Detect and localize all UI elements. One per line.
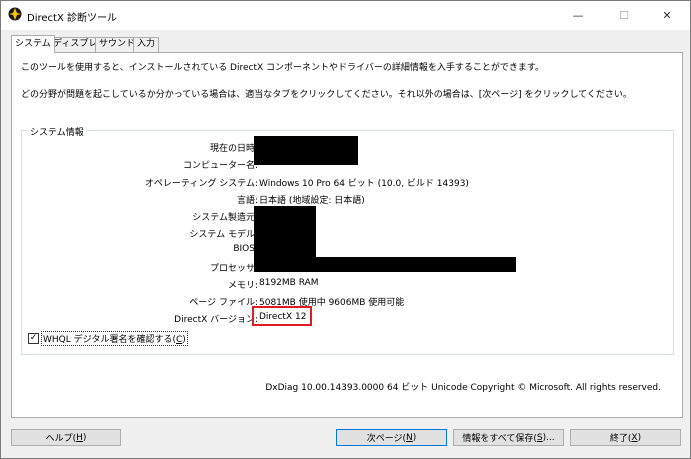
whql-label-text: WHQL デジタル署名を確認する( <box>43 335 176 345</box>
help-accel: H <box>76 432 83 443</box>
label-bios: BIOS: <box>233 244 258 254</box>
exit-label-end: ) <box>637 432 642 443</box>
save-label-end: )... <box>542 432 555 443</box>
next-label-end: ) <box>412 432 417 443</box>
next-label: 次ページ( <box>366 434 407 444</box>
window-title: DirectX 診断ツール <box>27 13 117 24</box>
label-directx-version: DirectX バージョン: <box>174 315 258 325</box>
label-system-model: システム モデル: <box>189 230 258 240</box>
help-button[interactable]: ヘルプ(H) <box>11 429 121 446</box>
value-directx-version: DirectX 12 <box>259 312 307 322</box>
system-info-group: システム情報 現在の日時: コンピューター名: オペレーティング システム: W… <box>21 125 674 355</box>
tab-input[interactable]: 入力 <box>133 37 160 52</box>
label-memory: メモリ: <box>227 281 258 291</box>
redacted-processor <box>254 257 516 272</box>
title-bar: DirectX 診断ツール — ☐ ✕ <box>1 1 690 30</box>
minimize-button[interactable]: — <box>555 1 601 30</box>
exit-label: 終了( <box>609 434 632 444</box>
redacted-computer-name <box>254 149 358 165</box>
intro-text-line1: このツールを使用すると、インストールされている DirectX コンポーネントや… <box>21 63 544 73</box>
whql-label-close: ) <box>182 335 186 345</box>
label-system-manufacturer: システム製造元: <box>192 213 258 223</box>
value-memory: 8192MB RAM <box>259 278 319 288</box>
label-language: 言語: <box>236 196 258 206</box>
help-label: ヘルプ( <box>45 434 77 444</box>
value-language: 日本語 (地域設定: 日本語) <box>259 196 365 206</box>
whql-checkbox-label[interactable]: WHQL デジタル署名を確認する(C) <box>41 331 188 346</box>
next-page-button[interactable]: 次ページ(N) <box>336 429 447 446</box>
label-page-file: ページ ファイル: <box>189 298 258 308</box>
whql-checkbox-row[interactable]: ✓ WHQL デジタル署名を確認する(C) <box>28 331 188 346</box>
tab-system[interactable]: システム <box>11 35 55 53</box>
help-label-end: ) <box>82 432 87 443</box>
dxdiag-window: DirectX 診断ツール — ☐ ✕ システム ディスプレイ サウンド 入力 … <box>0 0 691 459</box>
save-label: 情報をすべて保存( <box>462 434 537 444</box>
close-button[interactable]: ✕ <box>644 1 690 30</box>
exit-button[interactable]: 終了(X) <box>570 429 681 446</box>
label-operating-system: オペレーティング システム: <box>144 179 258 189</box>
redacted-current-datetime <box>254 136 358 149</box>
label-processor: プロセッサ: <box>209 264 258 274</box>
label-computer-name: コンピューター名: <box>182 161 258 171</box>
save-all-info-button[interactable]: 情報をすべて保存(S)... <box>453 429 564 446</box>
value-operating-system: Windows 10 Pro 64 ビット (10.0, ビルド 14393) <box>259 179 469 189</box>
next-accel: N <box>406 432 413 443</box>
dxdiag-version-copyright: DxDiag 10.00.14393.0000 64 ビット Unicode C… <box>265 383 661 393</box>
maximize-button[interactable]: ☐ <box>601 1 647 30</box>
intro-text-line2: どの分野が問題を起こしているか分かっている場合は、適当なタブをクリックしてくださ… <box>21 90 632 100</box>
system-tab-panel: このツールを使用すると、インストールされている DirectX コンポーネントや… <box>11 52 683 418</box>
label-current-datetime: 現在の日時: <box>209 144 258 154</box>
whql-checkbox[interactable]: ✓ <box>28 333 39 344</box>
redacted-system-manufacturer-model-bios <box>254 206 316 257</box>
system-info-group-label: システム情報 <box>28 125 86 138</box>
directx-app-icon <box>8 7 22 21</box>
